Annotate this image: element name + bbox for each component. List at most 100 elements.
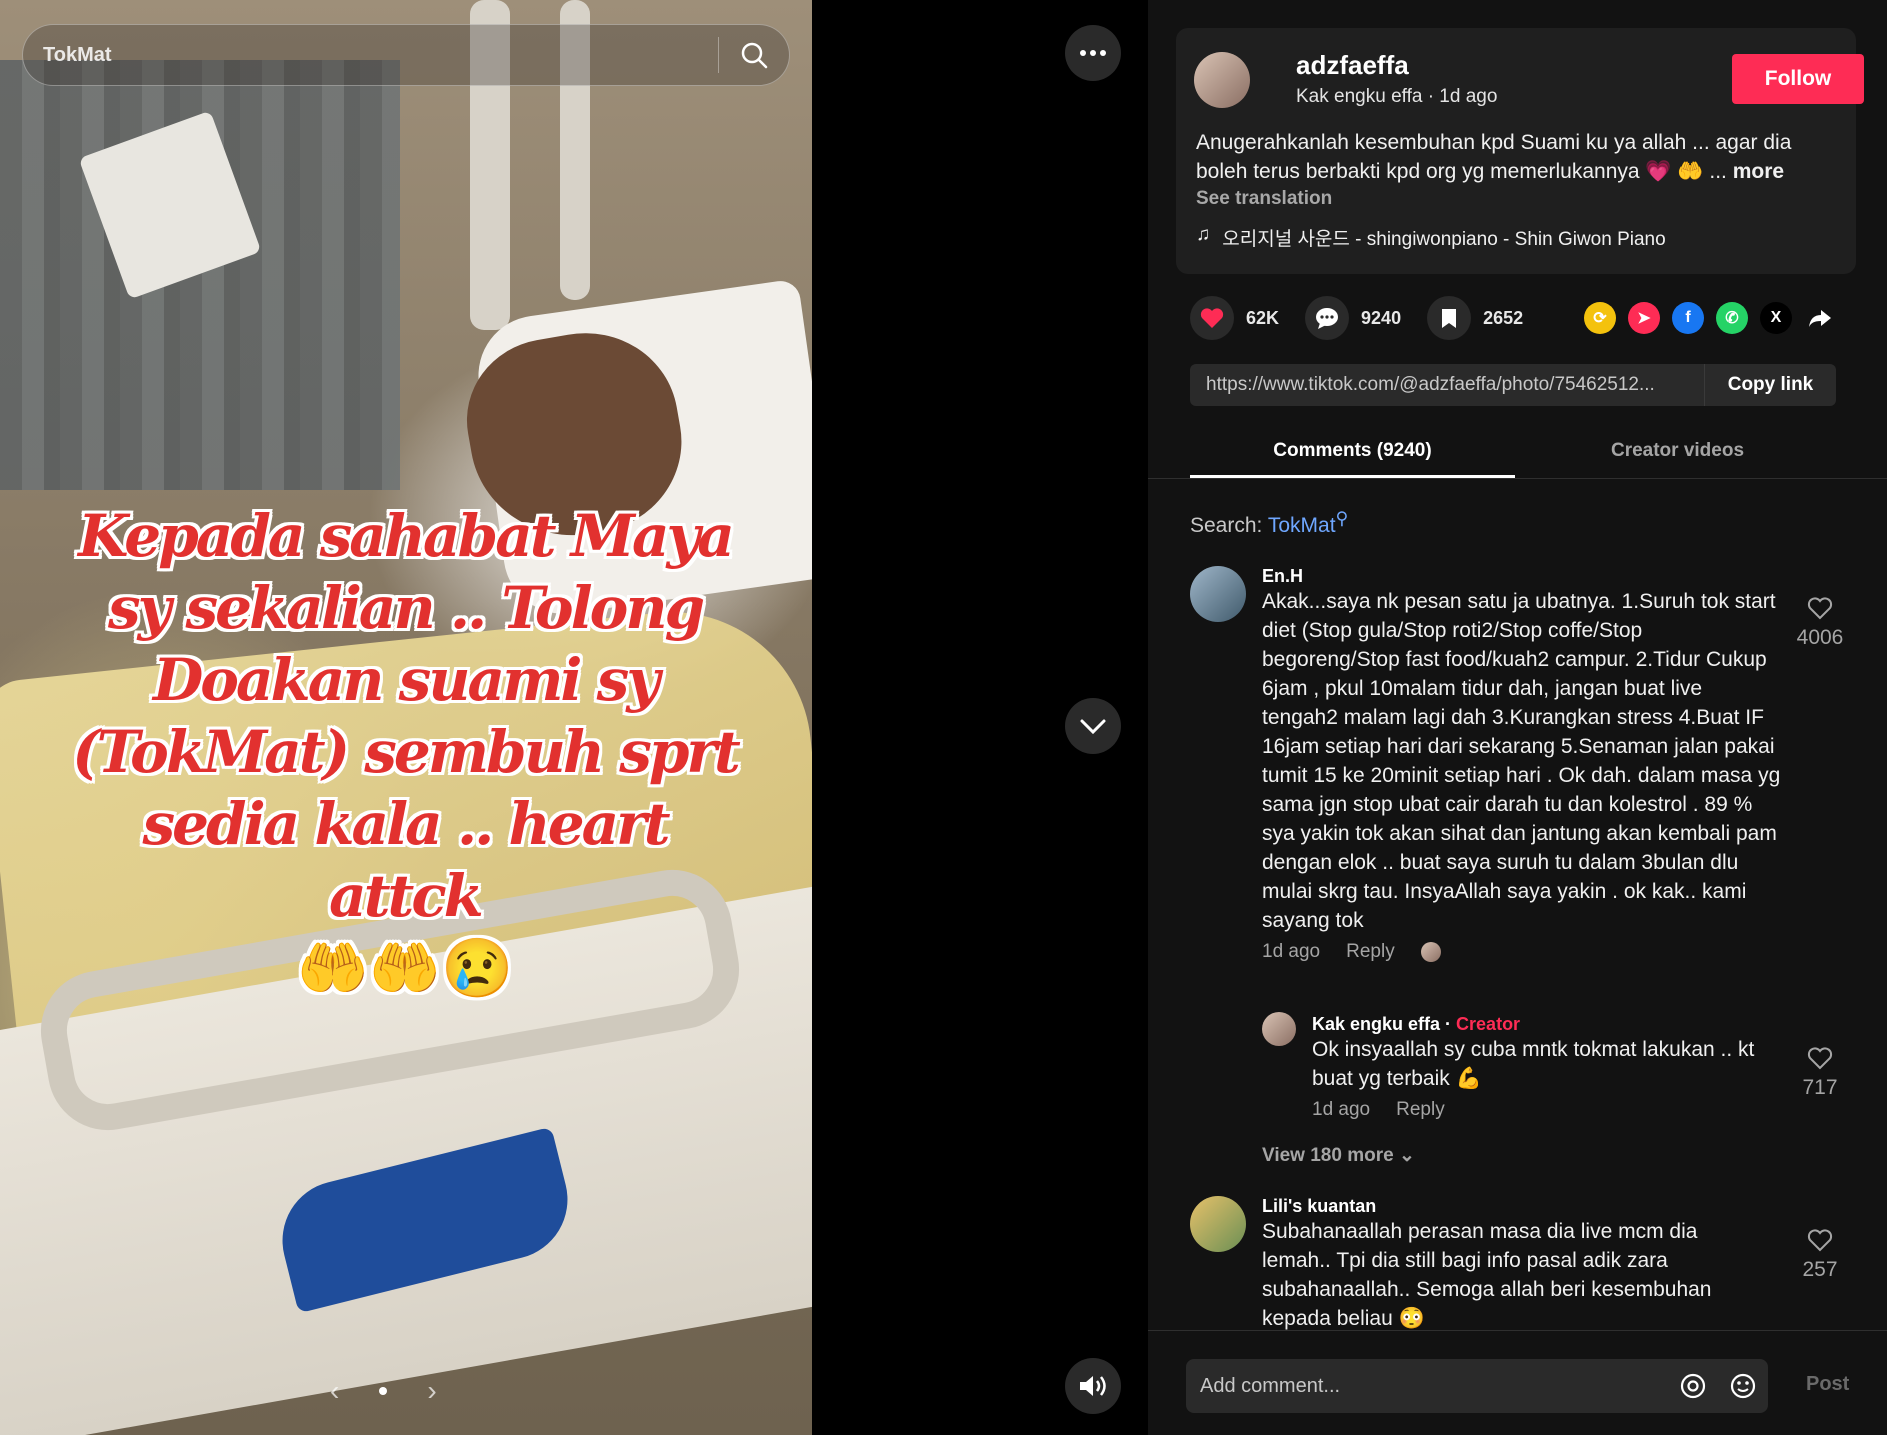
search-keyword-link[interactable]: TokMat (1268, 514, 1336, 537)
overlay-line: sedia kala .. heart attck (142, 790, 670, 930)
comment-text: Subahanaallah perasan masa dia live mcm … (1262, 1220, 1712, 1330)
post-photo: TokMat Kepada sahabat Maya sy sekalian .… (0, 0, 812, 1435)
speaker-icon (1080, 1376, 1106, 1396)
photo-carousel-nav: ‹ › (330, 1375, 437, 1407)
post-comment-button[interactable]: Post (1806, 1373, 1849, 1396)
tab-creator-videos[interactable]: Creator videos (1515, 432, 1840, 478)
commenter-name[interactable]: En.H (1262, 566, 1782, 587)
commenter-name[interactable]: Lili's kuantan (1262, 1196, 1762, 1217)
panel-tabs: Comments (9240) Creator videos (1190, 432, 1887, 478)
copy-link-button[interactable]: Copy link (1704, 364, 1836, 406)
ellipsis-icon (1080, 50, 1106, 56)
reply-time: 1d ago (1312, 1099, 1371, 1120)
bookmark-icon[interactable] (1427, 296, 1472, 340)
music-note-icon: ♫ (1196, 224, 1211, 245)
comment-like-count: 4006 (1796, 626, 1844, 649)
commenter-avatar[interactable] (1190, 1196, 1246, 1252)
more-options-button[interactable] (1065, 25, 1121, 81)
author-username[interactable]: adzfaeffa (1296, 50, 1409, 81)
link-bar: https://www.tiktok.com/@adzfaeffa/photo/… (1190, 364, 1836, 406)
post-url: https://www.tiktok.com/@adzfaeffa/photo/… (1206, 374, 1655, 395)
reply-like[interactable]: 717 (1790, 1046, 1850, 1100)
post-caption: Anugerahkanlah kesembuhan kpd Suami ku y… (1196, 128, 1836, 186)
search-keyword-row: Search: TokMat⚲ (1190, 508, 1348, 538)
comment-composer: Add comment... Post (1148, 1330, 1887, 1435)
heart-outline-icon (1807, 1229, 1833, 1252)
comment-input-box[interactable]: Add comment... (1186, 1359, 1768, 1413)
search-bar[interactable]: TokMat (22, 24, 790, 86)
follow-button[interactable]: Follow (1732, 54, 1864, 104)
comment-count: 9240 (1361, 307, 1402, 328)
action-bar: 62K 9240 2652 (1190, 296, 1549, 340)
comment-action[interactable]: 9240 (1305, 296, 1401, 340)
whatsapp-icon[interactable]: ✆ (1716, 302, 1748, 334)
reply-like-count: 717 (1802, 1076, 1838, 1099)
media-side-controls (812, 0, 1148, 1435)
caption-text: Anugerahkanlah kesembuhan kpd Suami ku y… (1196, 131, 1792, 183)
send-icon[interactable]: ➤ (1628, 302, 1660, 334)
overlay-line: Doakan suami sy (152, 646, 660, 714)
heart-outline-icon (1807, 597, 1833, 620)
share-arrow-icon[interactable] (1804, 302, 1836, 334)
save-action[interactable]: 2652 (1427, 296, 1523, 340)
comment-like-count: 257 (1802, 1258, 1838, 1281)
next-post-button[interactable] (1065, 698, 1121, 754)
search-keyword-label: Search: (1190, 514, 1263, 537)
author-avatar[interactable] (1194, 52, 1250, 108)
heart-outline-icon (1807, 1047, 1833, 1070)
like-action[interactable]: 62K (1190, 296, 1279, 340)
reply-meta: 1d ago Reply (1312, 1099, 1782, 1121)
reply-button[interactable]: Reply (1346, 941, 1395, 963)
overlay-line: Kepada sahabat Maya (78, 502, 735, 570)
overlay-emoji: 🤲🤲😢 (296, 934, 514, 1002)
search-icon[interactable] (719, 25, 789, 85)
comment-like[interactable]: 257 (1790, 1228, 1850, 1282)
tab-comments[interactable]: Comments (9240) (1190, 432, 1515, 478)
comment-item: Lili's kuantan Subahanaallah perasan mas… (1262, 1196, 1762, 1330)
comment-input[interactable]: Add comment... (1186, 1375, 1668, 1398)
details-panel: adzfaeffa Kak engku effa · 1d ago Follow… (1148, 0, 1887, 1435)
reply-author-name[interactable]: Kak engku effa (1312, 1014, 1440, 1034)
volume-button[interactable] (1065, 1358, 1121, 1414)
view-more-replies[interactable]: View 180 more ⌄ (1262, 1144, 1415, 1167)
share-buttons: ⟳ ➤ f ✆ X (1584, 302, 1836, 334)
reply-avatar[interactable] (1262, 1012, 1296, 1046)
reply-item: Kak engku effa · Creator Ok insyaallah s… (1312, 1014, 1782, 1121)
overlay-line: sy sekalian .. Tolong (107, 574, 705, 642)
like-count: 62K (1246, 307, 1280, 328)
heart-icon[interactable] (1190, 296, 1234, 340)
overlay-line: (TokMat) sembuh sprt (72, 718, 741, 786)
reply-text: Ok insyaallah sy cuba mntk tokmat lakuka… (1312, 1038, 1755, 1090)
chevron-down-icon: ⌄ (1398, 1145, 1415, 1166)
author-subtitle: Kak engku effa · 1d ago (1296, 86, 1498, 107)
comment-time: 1d ago (1262, 941, 1321, 962)
see-translation-link[interactable]: See translation (1196, 188, 1332, 210)
prev-photo-icon[interactable]: ‹ (330, 1375, 339, 1407)
comment-meta: 1d ago Reply (1262, 941, 1782, 963)
reply-button[interactable]: Reply (1396, 1099, 1445, 1121)
repost-icon[interactable]: ⟳ (1584, 302, 1616, 334)
tab-divider (1148, 478, 1887, 479)
search-small-icon: ⚲ (1335, 508, 1349, 528)
comment-like[interactable]: 4006 (1790, 596, 1850, 650)
view-more-label[interactable]: View 180 more (1262, 1145, 1394, 1166)
creator-liked-avatar (1420, 942, 1441, 962)
photo-overlay-text: Kepada sahabat Maya sy sekalian .. Tolon… (60, 500, 750, 1004)
comment-list: En.H Akak...saya nk pesan satu ja ubatny… (1148, 560, 1887, 1330)
x-icon[interactable]: X (1760, 302, 1792, 334)
carousel-dot (379, 1387, 388, 1395)
comment-item: En.H Akak...saya nk pesan satu ja ubatny… (1262, 566, 1782, 963)
search-input[interactable]: TokMat (23, 44, 718, 67)
save-count: 2652 (1483, 307, 1524, 328)
music-title[interactable]: 오리지널 사운드 - shingiwonpiano - Shin Giwon P… (1222, 224, 1665, 251)
commenter-avatar[interactable] (1190, 566, 1246, 622)
music-link[interactable]: ♫ 오리지널 사운드 - shingiwonpiano - Shin Giwon… (1196, 224, 1666, 251)
facebook-icon[interactable]: f (1672, 302, 1704, 334)
post-info-card: adzfaeffa Kak engku effa · 1d ago Follow… (1176, 28, 1864, 274)
next-photo-icon[interactable]: › (427, 1375, 436, 1407)
caption-more-link[interactable]: more (1733, 160, 1784, 183)
comment-bubble-icon[interactable] (1305, 296, 1350, 340)
emoji-icon[interactable] (1718, 1372, 1768, 1400)
mention-icon[interactable] (1668, 1372, 1718, 1400)
chevron-down-icon (1080, 719, 1106, 735)
